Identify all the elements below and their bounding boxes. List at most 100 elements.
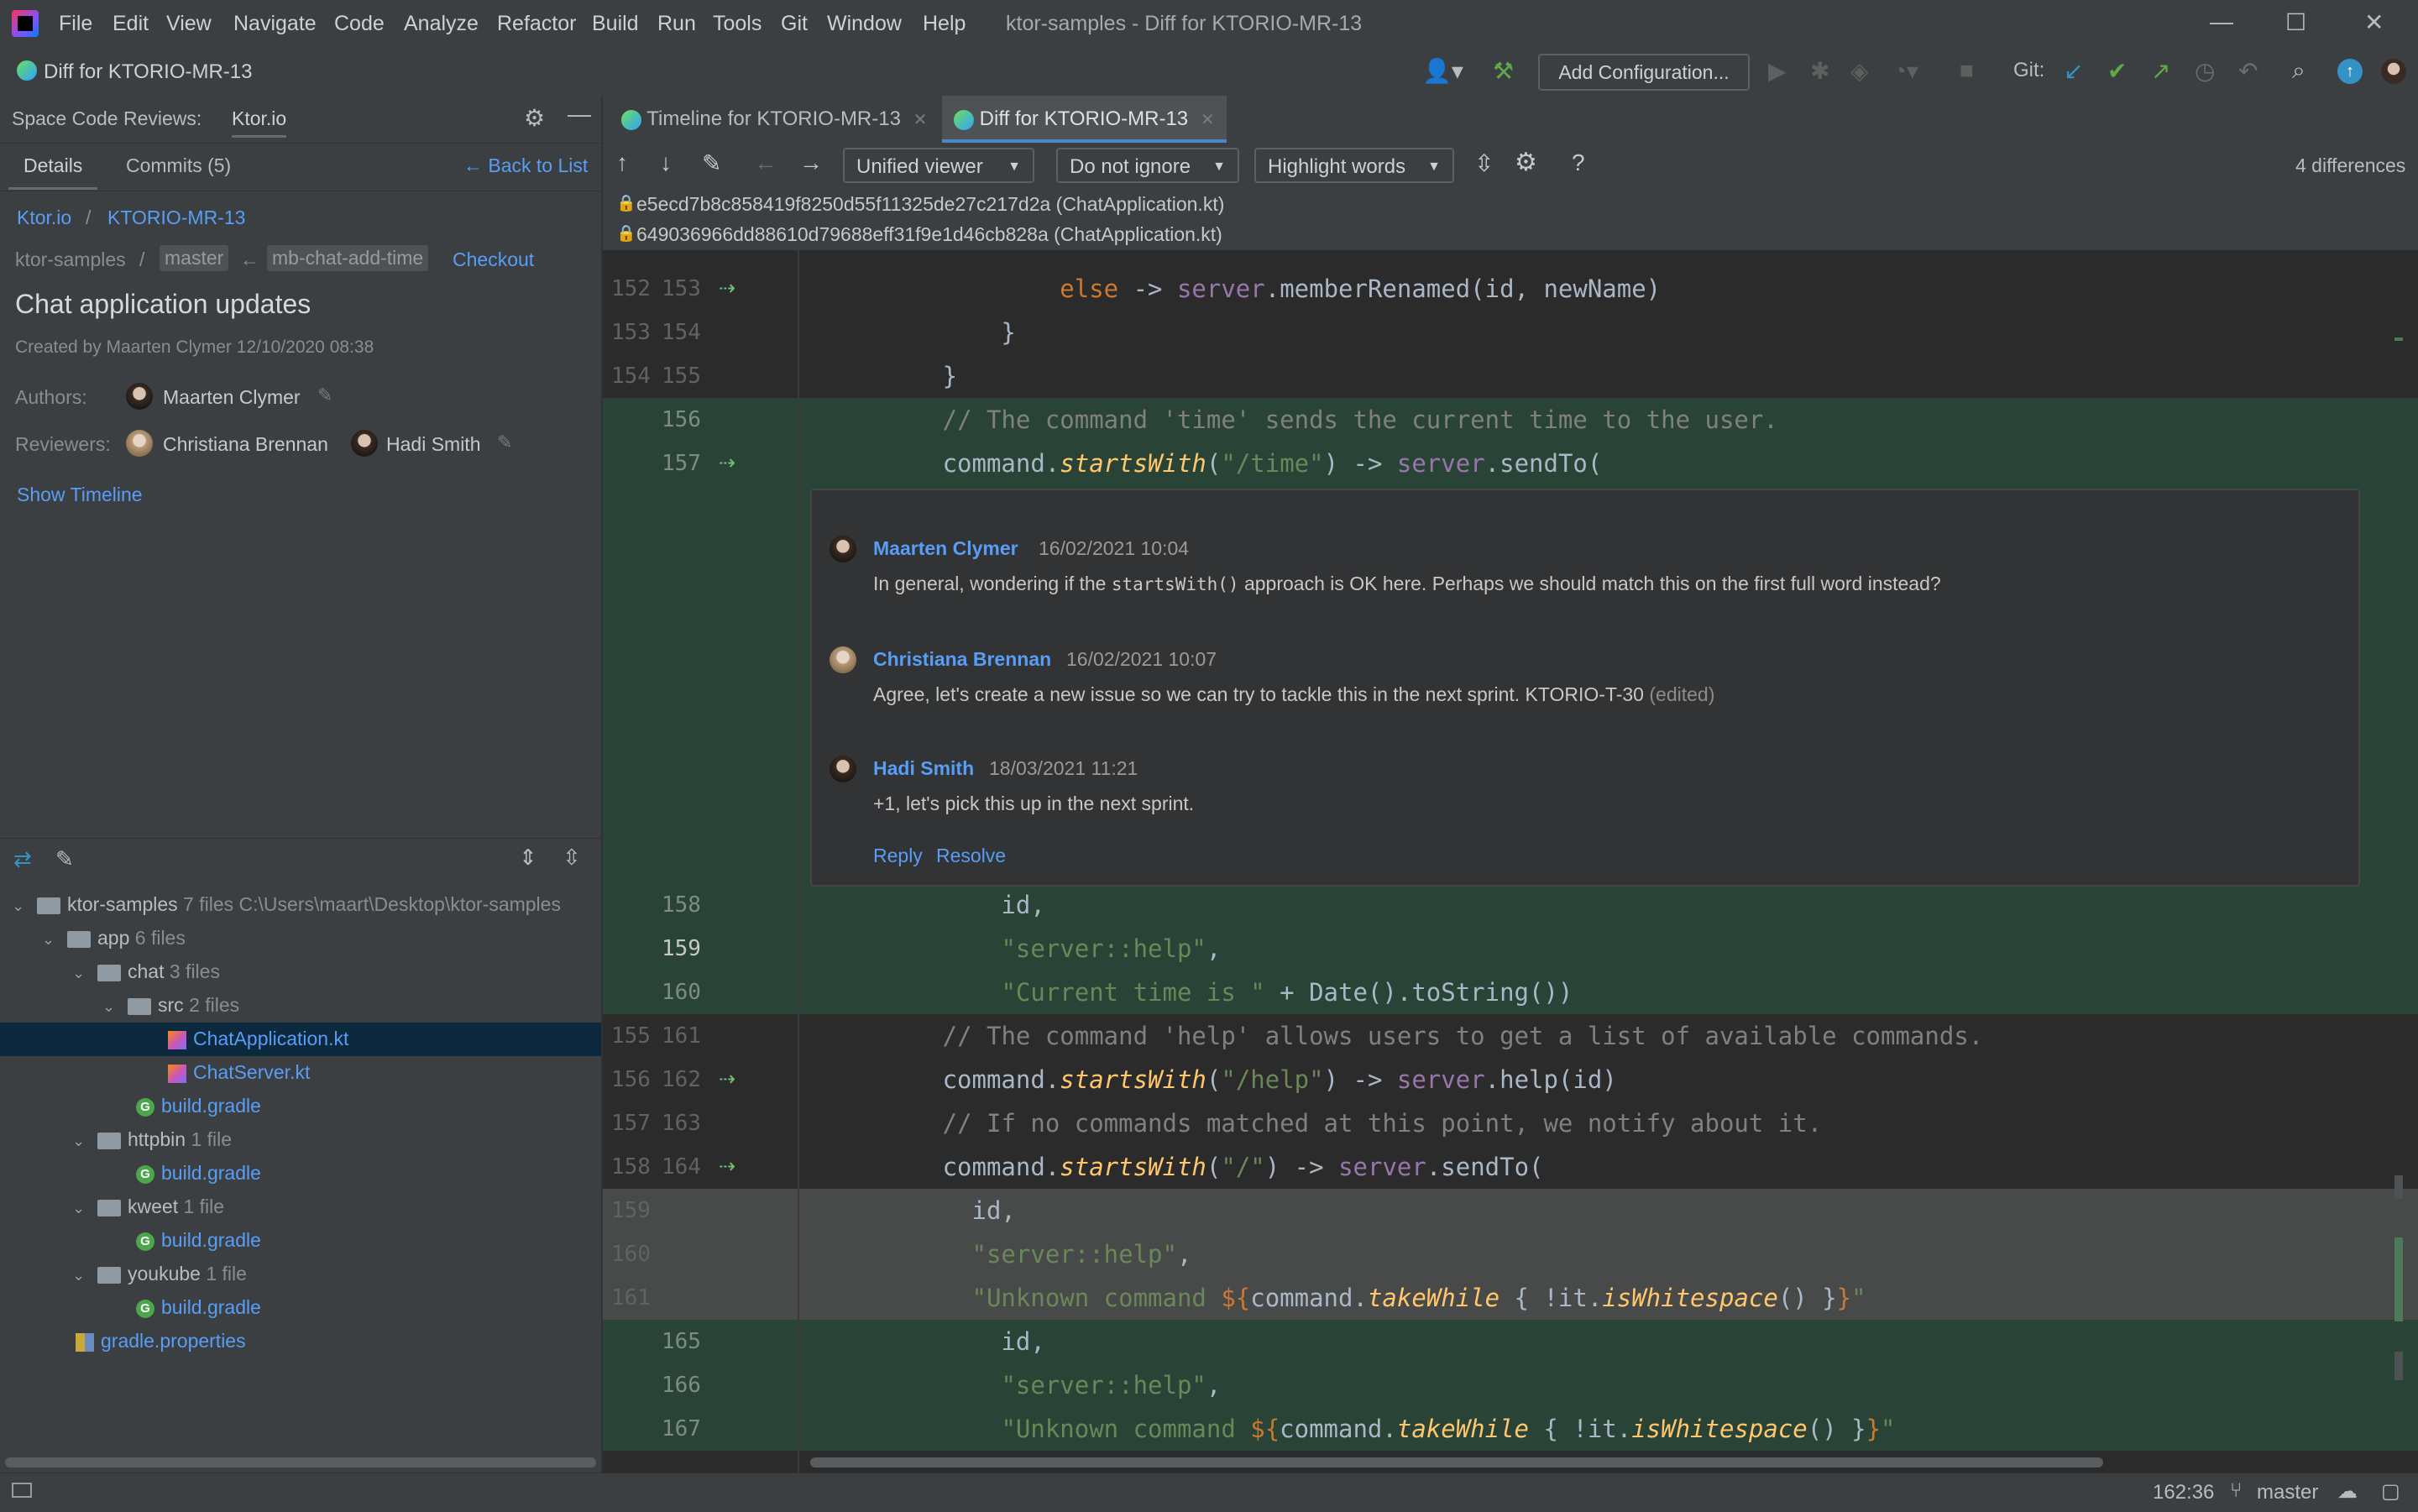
tree-node-src[interactable]: ⌄ src 2 files (102, 994, 239, 1017)
tree-file-gradle-properties[interactable]: gradle.properties (76, 1330, 246, 1352)
minimize-icon[interactable]: — (2210, 8, 2233, 35)
stop-icon[interactable]: ■ (1960, 57, 1974, 84)
code-text: else -> server.memberRenamed(id, newName… (1060, 275, 1662, 303)
tab-commits[interactable]: Commits (5) (126, 154, 231, 177)
edit-reviewers-icon[interactable]: ✎ (497, 432, 512, 453)
settings-gear-icon[interactable]: ⚙ (1515, 148, 1537, 177)
menu-navigate[interactable]: Navigate (233, 12, 317, 36)
resolve-link[interactable]: Resolve (936, 845, 1006, 867)
edit-icon[interactable]: ✎ (55, 846, 74, 872)
breadcrumb-project[interactable]: Ktor.io (17, 207, 71, 229)
menu-refactor[interactable]: Refactor (497, 12, 576, 36)
coverage-icon[interactable]: ◈ (1850, 57, 1869, 85)
menu-file[interactable]: File (59, 12, 92, 36)
scroll-marker (2394, 1237, 2403, 1321)
reply-link[interactable]: Reply (873, 845, 923, 867)
menu-tools[interactable]: Tools (713, 12, 762, 36)
add-configuration-button[interactable]: Add Configuration... (1538, 54, 1750, 91)
tree-horizontal-scrollbar[interactable] (5, 1457, 596, 1468)
window-title: ktor-samples - Diff for KTORIO-MR-13 (1006, 12, 1363, 35)
maximize-icon[interactable]: ☐ (2285, 8, 2306, 36)
git-history-icon[interactable]: ◷ (2195, 57, 2215, 85)
back-arrow-icon[interactable]: ← (754, 149, 777, 176)
close-tab-icon[interactable]: ✕ (913, 111, 928, 129)
user-dropdown-icon[interactable]: 👤▾ (1422, 57, 1463, 85)
viewer-dropdown[interactable]: Unified viewer ▼ (843, 148, 1034, 183)
tab-diff[interactable]: Diff for KTORIO-MR-13 ✕ (942, 96, 1227, 143)
comment-body: In general, wondering if the startsWith(… (873, 573, 1941, 595)
tab-timeline[interactable]: Timeline for KTORIO-MR-13 ✕ (611, 96, 937, 143)
tree-file-chatapplication[interactable]: ChatApplication.kt (168, 1028, 348, 1050)
menu-git[interactable]: Git (781, 12, 808, 36)
back-to-list-link[interactable]: ← Back to List (463, 154, 588, 177)
highlight-dropdown[interactable]: Highlight words ▼ (1254, 148, 1454, 183)
git-branch-widget[interactable]: master (2257, 1481, 2318, 1504)
gear-icon[interactable]: ⚙ (524, 104, 545, 132)
previous-difference-icon[interactable]: ↑ (616, 149, 628, 176)
tree-node-kweet[interactable]: ⌄ kweet 1 file (72, 1195, 224, 1218)
change-marker-icon[interactable]: ⇢ (719, 1145, 735, 1189)
close-window-icon[interactable]: ✕ (2364, 8, 2384, 36)
forward-arrow-icon[interactable]: → (799, 149, 823, 176)
caret-position[interactable]: 162:36 (2153, 1481, 2214, 1504)
editor-horizontal-scrollbar[interactable] (810, 1457, 2103, 1468)
tree-file-build-gradle[interactable]: Gbuild.gradle (136, 1229, 261, 1252)
tree-node-youkube[interactable]: ⌄ youkube 1 file (72, 1263, 247, 1285)
update-icon[interactable]: ↑ (2337, 59, 2363, 84)
menu-view[interactable]: View (166, 12, 212, 36)
help-icon[interactable]: ? (1572, 149, 1585, 176)
tree-file-chatserver[interactable]: ChatServer.kt (168, 1061, 310, 1084)
search-icon[interactable]: ⌕ (2292, 57, 2305, 85)
tab-ktor-io[interactable]: Ktor.io (232, 107, 287, 138)
menu-window[interactable]: Window (827, 12, 902, 36)
menu-analyze[interactable]: Analyze (404, 12, 479, 36)
expand-all-icon[interactable]: ⇕ (519, 845, 537, 871)
toggle-tool-windows-icon[interactable] (12, 1483, 32, 1498)
collapse-unchanged-icon[interactable]: ⇳ (1474, 149, 1494, 177)
show-timeline-link[interactable]: Show Timeline (17, 484, 143, 506)
change-marker-icon[interactable]: ⇢ (719, 442, 735, 485)
menu-build[interactable]: Build (592, 12, 639, 36)
change-marker-icon[interactable]: ⇢ (719, 1058, 735, 1101)
tree-node-app[interactable]: ⌄ app 6 files (42, 927, 186, 950)
tree-file-build-gradle[interactable]: Gbuild.gradle (136, 1296, 261, 1319)
menu-run[interactable]: Run (657, 12, 696, 36)
run-icon[interactable]: ▶ (1768, 57, 1787, 85)
tree-file-build-gradle[interactable]: Gbuild.gradle (136, 1095, 261, 1117)
cloud-icon[interactable]: ☁ (2337, 1479, 2358, 1504)
git-update-icon[interactable]: ↙ (2064, 57, 2083, 85)
tree-node-httpbin[interactable]: ⌄ httpbin 1 file (72, 1128, 232, 1151)
menu-code[interactable]: Code (334, 12, 385, 36)
breadcrumb-mr[interactable]: KTORIO-MR-13 (107, 207, 245, 229)
git-commit-icon[interactable]: ✔ (2107, 57, 2127, 85)
gradle-icon: G (136, 1232, 154, 1251)
tree-file-build-gradle[interactable]: Gbuild.gradle (136, 1162, 261, 1185)
close-tab-icon[interactable]: ✕ (1201, 111, 1215, 129)
next-difference-icon[interactable]: ↓ (660, 149, 672, 176)
checkout-link[interactable]: Checkout (453, 249, 534, 271)
debug-icon[interactable]: ✱ (1810, 57, 1829, 85)
notifications-icon[interactable]: ▢ (2381, 1479, 2400, 1504)
change-marker-icon[interactable]: ⇢ (719, 267, 735, 311)
tree-node-root[interactable]: ⌄ ktor-samples 7 files C:\Users\maart\Des… (12, 893, 561, 916)
menu-help[interactable]: Help (923, 12, 966, 36)
hide-panel-icon[interactable]: — (568, 101, 591, 128)
comment-author[interactable]: Hadi Smith (873, 757, 974, 780)
tree-node-chat[interactable]: ⌄ chat 3 files (72, 960, 220, 983)
tab-details[interactable]: Details (8, 144, 98, 190)
comment-author[interactable]: Christiana Brennan (873, 648, 1051, 671)
edit-authors-icon[interactable]: ✎ (317, 385, 332, 406)
git-rollback-icon[interactable]: ↶ (2238, 57, 2258, 85)
ignore-whitespace-dropdown[interactable]: Do not ignore ▼ (1056, 148, 1239, 183)
build-hammer-icon[interactable]: ⚒ (1493, 57, 1514, 85)
git-push-icon[interactable]: ↗ (2151, 57, 2170, 85)
profile-icon[interactable]: ◔▾ (1892, 57, 1918, 85)
code-line-deleted: 160 "server::help", (603, 1232, 2418, 1276)
comment-author[interactable]: Maarten Clymer (873, 537, 1018, 560)
menu-edit[interactable]: Edit (113, 12, 149, 36)
avatar[interactable] (2381, 59, 2406, 84)
code-line-added: 159 "server::help", (603, 927, 2418, 971)
diff-compare-icon[interactable]: ⇄ (13, 846, 32, 872)
edit-source-icon[interactable]: ✎ (702, 149, 721, 177)
collapse-all-icon[interactable]: ⇳ (563, 845, 581, 871)
